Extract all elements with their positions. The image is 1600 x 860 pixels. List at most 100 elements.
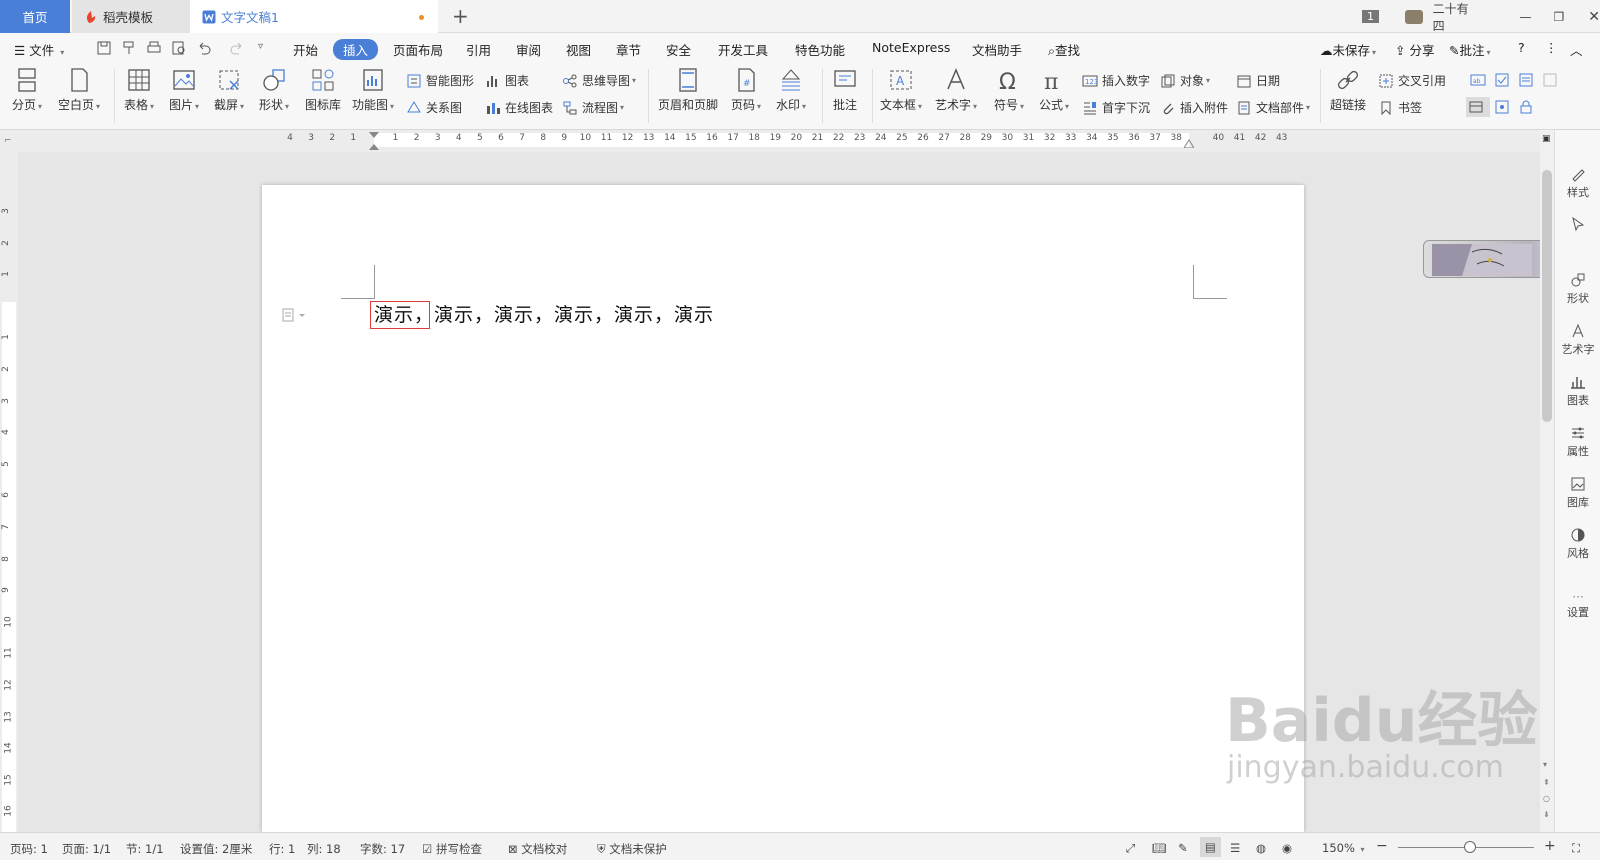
prev-page-icon[interactable]: ⇞ — [1543, 778, 1550, 787]
redo-icon[interactable] — [230, 41, 244, 55]
menu-item-start[interactable]: 开始 — [293, 40, 318, 59]
zoom-in-icon[interactable]: + — [1544, 838, 1556, 854]
menu-item-view[interactable]: 视图 — [566, 40, 591, 59]
wordart-button[interactable]: 艺术字 ▾ — [935, 67, 977, 113]
object-button[interactable]: 对象 ▾ — [1160, 72, 1210, 89]
print-preview-icon[interactable] — [172, 41, 186, 55]
header-footer-button[interactable]: 页眉和页脚 — [658, 67, 718, 113]
fullscreen-icon[interactable]: ⤢ — [1126, 841, 1135, 856]
tab-document[interactable]: 文字文稿1 — [190, 0, 438, 33]
picture-button[interactable]: 图片 ▾ — [169, 67, 199, 113]
format-painter-icon[interactable] — [122, 41, 136, 55]
indent-marker-icon[interactable] — [369, 132, 379, 150]
scroll-top-icon[interactable]: ▣ — [1542, 134, 1551, 144]
panel-theme-button[interactable]: 风格 — [1555, 527, 1600, 561]
doc-part-button[interactable]: 文档部件 ▾ — [1236, 99, 1310, 116]
formula-button[interactable]: π 公式 ▾ — [1039, 67, 1069, 113]
cross-reference-button[interactable]: 交叉引用 — [1378, 72, 1446, 89]
tab-templates[interactable]: 稻壳模板 — [72, 0, 190, 33]
page-view-icon[interactable]: ▤ — [1200, 837, 1221, 857]
status-section[interactable]: 节: 1/1 — [126, 841, 164, 857]
vertical-ruler[interactable]: 3211234567891011121314151617 — [0, 152, 18, 849]
select-browse-icon[interactable]: ○ — [1543, 794, 1550, 803]
menu-item-chapter[interactable]: 章节 — [616, 40, 641, 59]
panel-properties-button[interactable]: 属性 — [1555, 425, 1600, 459]
menu-item-layout[interactable]: 页面布局 — [393, 40, 443, 59]
insert-comment-button[interactable]: 批注 — [832, 67, 858, 113]
menu-item-noteexpress[interactable]: NoteExpress — [872, 40, 950, 55]
new-tab-plus-icon[interactable]: + — [452, 6, 469, 26]
tab-stop-selector-icon[interactable]: ⌐ — [4, 136, 12, 146]
edit-mode-icon[interactable]: ✎ — [1178, 841, 1188, 855]
paragraph-options-icon[interactable] — [282, 308, 308, 322]
shape-button[interactable]: 形状 ▾ — [259, 67, 289, 113]
status-row[interactable]: 行: 1 — [269, 841, 295, 857]
panel-shape-button[interactable]: 形状 — [1555, 272, 1600, 306]
doc-protect-status[interactable]: ⛨ 文档未保护 — [597, 841, 667, 857]
menu-item-features[interactable]: 特色功能 — [795, 40, 845, 59]
user-name[interactable]: 二十有四 — [1433, 0, 1480, 34]
flowchart-button[interactable]: 流程图 ▾ — [562, 99, 624, 116]
panel-wordart-button[interactable]: 艺术字 — [1555, 323, 1600, 357]
insert-number-button[interactable]: 123 插入数字 — [1082, 72, 1150, 89]
blank-page-button[interactable]: 空白页 ▾ — [58, 67, 100, 113]
mind-map-button[interactable]: 思维导图 ▾ — [562, 72, 636, 89]
hyperlink-button[interactable]: 超链接 — [1330, 67, 1366, 113]
zoom-out-icon[interactable]: − — [1376, 838, 1388, 854]
page-break-button[interactable]: 分页 ▾ — [12, 67, 42, 113]
comment-menu-button[interactable]: ✎批注 ▾ — [1449, 40, 1491, 59]
tab-home[interactable]: 首页 — [0, 0, 70, 33]
collapse-ribbon-icon[interactable]: ︿ — [1570, 40, 1583, 59]
menu-item-devtools[interactable]: 开发工具 — [718, 40, 768, 59]
table-button[interactable]: 表格 ▾ — [124, 67, 154, 113]
restore-icon[interactable]: ❐ — [1554, 10, 1565, 24]
status-page-code[interactable]: 页码: 1 — [10, 841, 48, 857]
watermark-button[interactable]: 水印 ▾ — [776, 67, 806, 113]
minimize-icon[interactable]: — — [1520, 10, 1532, 24]
status-pages[interactable]: 页面: 1/1 — [62, 841, 111, 857]
eye-protect-icon[interactable]: ◉ — [1282, 841, 1292, 855]
print-icon[interactable] — [147, 41, 161, 55]
date-button[interactable]: 日期 — [1236, 72, 1280, 89]
scroll-down-arrow-icon[interactable]: ▾ — [1543, 760, 1547, 769]
close-icon[interactable]: ✕ — [1588, 9, 1600, 25]
form-control-2-icon[interactable] — [1494, 72, 1514, 88]
share-button[interactable]: ⇪ 分享 — [1395, 40, 1434, 59]
form-control-7-icon[interactable] — [1518, 99, 1538, 115]
form-control-3-icon[interactable] — [1518, 72, 1538, 88]
search-button[interactable]: ⌕查找 — [1048, 40, 1080, 59]
form-control-1-icon[interactable]: ab — [1470, 72, 1490, 88]
save-icon[interactable] — [97, 41, 111, 55]
status-setting[interactable]: 设置值: 2厘米 — [180, 841, 252, 857]
document-page[interactable] — [262, 185, 1304, 832]
panel-settings-button[interactable]: ··· 设置 — [1555, 590, 1600, 620]
reading-mode-icon[interactable]: 📖︎ — [1152, 841, 1167, 855]
outline-view-icon[interactable]: ☰ — [1230, 841, 1240, 855]
right-indent-marker-icon[interactable] — [1184, 138, 1194, 148]
screenshot-button[interactable]: 截屏 ▾ — [214, 67, 244, 113]
textbox-button[interactable]: A 文本框 ▾ — [880, 67, 922, 113]
symbol-button[interactable]: Ω 符号 ▾ — [994, 67, 1024, 113]
file-menu[interactable]: ☰ 文件 ▾ — [14, 40, 64, 59]
menu-item-review[interactable]: 审阅 — [516, 40, 541, 59]
menu-item-security[interactable]: 安全 — [666, 40, 691, 59]
function-chart-button[interactable]: 功能图 ▾ — [352, 67, 394, 113]
bookmark-button[interactable]: 书签 — [1378, 99, 1422, 116]
relation-chart-button[interactable]: 关系图 — [406, 99, 462, 116]
horizontal-ruler[interactable]: 4 3 2 1 1 2 3 4 5 6 7 8 9 10 11 12 13 14 15 16 17 18 19 20 21 22 2… — [0, 130, 1540, 152]
quick-access-more-icon[interactable]: ▿ — [258, 41, 263, 52]
spell-check-button[interactable]: ☑ 拼写检查 — [422, 841, 482, 857]
form-control-5-icon[interactable] — [1466, 97, 1490, 117]
web-view-icon[interactable]: ◍ — [1256, 841, 1266, 855]
page-count-badge[interactable]: 1 — [1362, 10, 1379, 23]
zoom-slider-knob[interactable] — [1464, 841, 1476, 853]
status-col[interactable]: 列: 18 — [307, 841, 341, 857]
form-control-6-icon[interactable] — [1494, 99, 1514, 115]
menu-item-doc-assistant[interactable]: 文档助手 — [972, 40, 1022, 59]
icon-library-button[interactable]: 图标库 — [305, 67, 341, 113]
scrollbar-thumb[interactable] — [1542, 170, 1552, 422]
page-number-button[interactable]: # 页码 ▾ — [731, 67, 761, 113]
insert-attachment-button[interactable]: 插入附件 — [1160, 99, 1228, 116]
doc-proof-button[interactable]: ⊠ 文档校对 — [508, 841, 567, 857]
user-avatar[interactable] — [1405, 9, 1423, 24]
